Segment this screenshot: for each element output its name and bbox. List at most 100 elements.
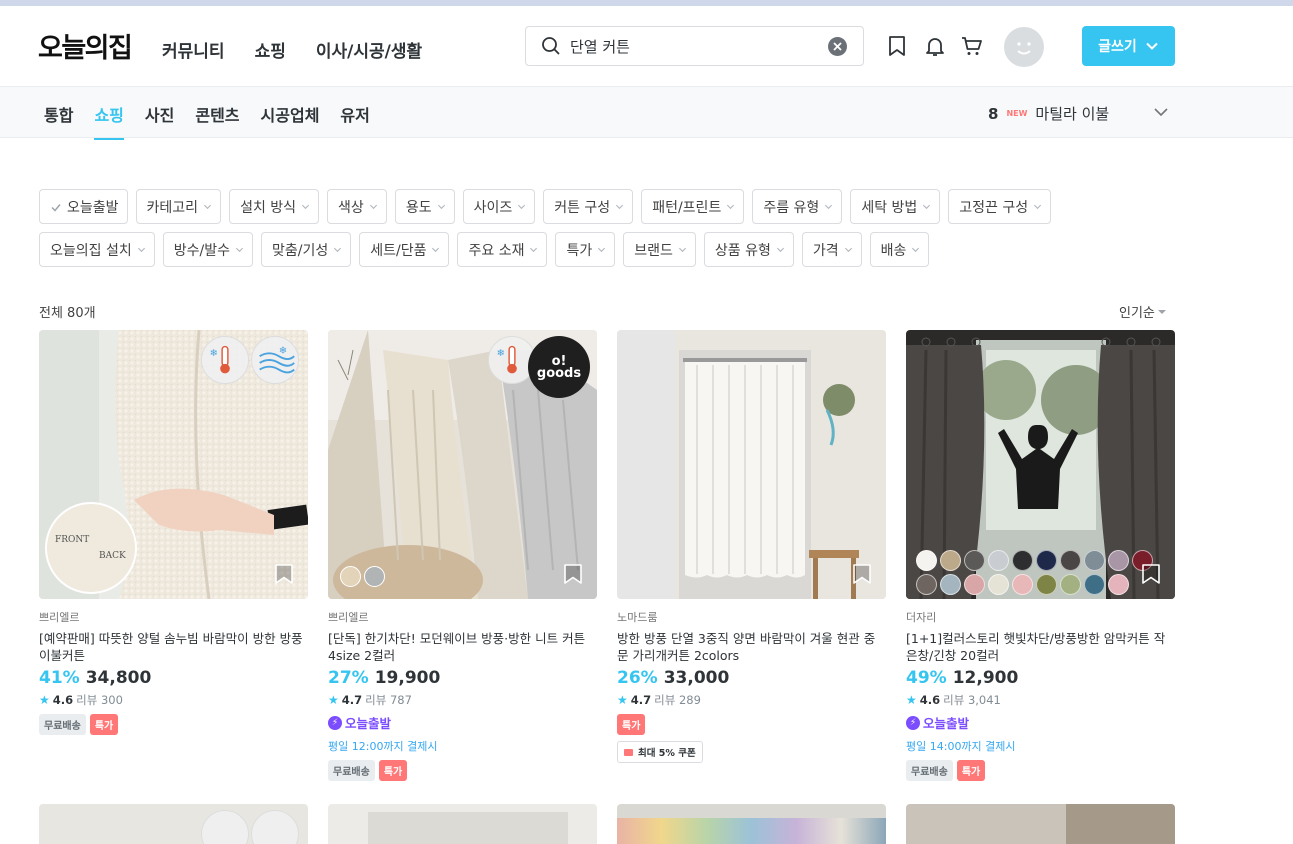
- color-swatch[interactable]: [964, 550, 985, 571]
- color-swatch[interactable]: [1036, 550, 1057, 571]
- tab-photos[interactable]: 사진: [145, 102, 174, 140]
- color-swatch[interactable]: [1108, 550, 1129, 571]
- bookmark-icon[interactable]: [1141, 563, 1161, 585]
- review-count: 리뷰 289: [654, 693, 701, 707]
- product-image[interactable]: [906, 804, 1175, 844]
- product-card[interactable]: 노마드룸 방한 방풍 단열 3중직 양면 바람막이 겨울 현관 중문 가리개커튼…: [617, 330, 886, 781]
- tab-contents[interactable]: 콘텐츠: [195, 102, 239, 140]
- color-swatch[interactable]: [1060, 574, 1081, 595]
- color-swatch[interactable]: [940, 574, 961, 595]
- product-name[interactable]: 방한 방풍 단열 3중직 양면 바람막이 겨울 현관 중문 가리개커튼 2col…: [617, 630, 886, 664]
- filter-chip[interactable]: 주요 소재: [457, 232, 548, 267]
- product-image[interactable]: [328, 804, 597, 844]
- chevron-down-icon: [1146, 42, 1158, 50]
- filter-chip[interactable]: 색상: [327, 189, 387, 224]
- filter-chip[interactable]: 세트/단품: [359, 232, 450, 267]
- product-name[interactable]: [예약판매] 따뜻한 양털 솜누빔 바람막이 방한 방풍 이불커튼: [39, 630, 308, 664]
- discount-rate: 41%: [39, 668, 80, 688]
- filter-chip[interactable]: 맞춤/기성: [260, 232, 352, 267]
- filter-chip[interactable]: 설치 방식: [229, 189, 320, 224]
- product-card[interactable]: 더자리 [1+1]컬러스토리 햇빛차단/방풍방한 암막커튼 작은창/긴창 20컬…: [906, 330, 1175, 781]
- product-card[interactable]: FRONT BACK ❄ ❄ 쁘리엘르 [예약판매] 따뜻한 양털 솜누빔 바람…: [39, 330, 308, 781]
- filter-chip[interactable]: 배송: [869, 232, 930, 267]
- color-swatch[interactable]: [916, 550, 937, 571]
- bookmark-icon[interactable]: [563, 563, 583, 585]
- search-input[interactable]: [570, 34, 820, 58]
- filter-chip-label: 패턴/프린트: [652, 199, 722, 216]
- product-image[interactable]: [617, 804, 886, 844]
- filter-chip[interactable]: 오늘의집 설치: [39, 232, 155, 267]
- result-count: 전체 80개: [39, 306, 96, 321]
- color-swatch[interactable]: [916, 574, 937, 595]
- chevron-down-icon[interactable]: [1152, 103, 1170, 121]
- product-image[interactable]: ❄ o! goods: [328, 330, 597, 599]
- filter-chip[interactable]: 커튼 구성: [543, 189, 634, 224]
- chevron-down-icon: [530, 247, 538, 253]
- avatar[interactable]: [1004, 27, 1044, 67]
- main-nav: 커뮤니티 쇼핑 이사/시공/생활: [162, 37, 422, 62]
- chevron-down-icon: [912, 247, 920, 253]
- color-swatch[interactable]: [1084, 550, 1105, 571]
- product-image[interactable]: [617, 330, 886, 599]
- product-image[interactable]: [39, 804, 308, 844]
- chevron-down-icon: [727, 204, 735, 210]
- filter-chip[interactable]: 특가: [555, 232, 616, 267]
- tab-users[interactable]: 유저: [340, 102, 369, 140]
- product-image[interactable]: [906, 330, 1175, 599]
- swatch-gray[interactable]: [364, 566, 385, 587]
- color-swatch[interactable]: [1012, 574, 1033, 595]
- filter-chip[interactable]: 가격: [801, 232, 862, 267]
- bell-icon[interactable]: [923, 34, 947, 58]
- filter-chip[interactable]: 세탁 방법: [850, 189, 941, 224]
- swatch-beige[interactable]: [340, 566, 361, 587]
- product-card[interactable]: ❄ o! goods 쁘리엘르 [단독] 한기차단! 모던웨이브 방풍·방한 니…: [328, 330, 597, 781]
- color-swatch[interactable]: [964, 574, 985, 595]
- filter-chip[interactable]: 사이즈: [462, 189, 536, 224]
- nav-moving[interactable]: 이사/시공/생활: [316, 37, 422, 62]
- trending-keyword[interactable]: 8 NEW 마틸라 이불: [988, 103, 1168, 124]
- color-swatch[interactable]: [1060, 550, 1081, 571]
- product-brand: 노마드룸: [617, 611, 658, 624]
- tab-contractors[interactable]: 시공업체: [261, 102, 320, 140]
- bookmark-icon[interactable]: [885, 34, 909, 58]
- nav-shopping[interactable]: 쇼핑: [255, 37, 286, 62]
- filter-chip-label: 오늘출발: [67, 199, 119, 216]
- tab-shopping[interactable]: 쇼핑: [94, 102, 124, 140]
- filter-chip[interactable]: 주름 유형: [752, 189, 843, 224]
- filter-chip[interactable]: 고정끈 구성: [948, 189, 1052, 224]
- shipping-deadline: 평일 12:00까지 결제시: [328, 740, 438, 753]
- sort-dropdown[interactable]: 인기순: [1119, 302, 1166, 321]
- filter-chip[interactable]: 브랜드: [623, 232, 696, 267]
- filter-chip[interactable]: 방수/발수: [162, 232, 253, 267]
- color-swatch[interactable]: [988, 550, 1009, 571]
- product-tags: 특가: [617, 714, 886, 735]
- tab-all[interactable]: 통합: [44, 102, 73, 140]
- write-button[interactable]: 글쓰기: [1082, 26, 1175, 66]
- product-name[interactable]: [단독] 한기차단! 모던웨이브 방풍·방한 니트 커튼 4size 2컬러: [328, 630, 597, 664]
- nav-community[interactable]: 커뮤니티: [162, 37, 225, 62]
- check-icon: [51, 203, 61, 212]
- filter-chip[interactable]: 카테고리: [135, 189, 222, 224]
- product-name[interactable]: [1+1]컬러스토리 햇빛차단/방풍방한 암막커튼 작은창/긴창 20컬러: [906, 630, 1175, 664]
- filter-chip[interactable]: 오늘출발: [39, 189, 128, 224]
- product-image[interactable]: FRONT BACK ❄ ❄: [39, 330, 308, 599]
- color-swatch[interactable]: [1084, 574, 1105, 595]
- color-swatch[interactable]: [1108, 574, 1129, 595]
- color-swatch[interactable]: [940, 550, 961, 571]
- clear-search-icon[interactable]: [828, 37, 847, 56]
- filter-chip-label: 세트/단품: [370, 242, 427, 259]
- star-icon: ★: [906, 693, 917, 707]
- cart-icon[interactable]: [960, 34, 984, 58]
- filter-chip[interactable]: 용도: [394, 189, 455, 224]
- filter-chip-label: 사이즈: [473, 199, 513, 216]
- chevron-down-icon: [923, 204, 931, 210]
- color-swatch[interactable]: [988, 574, 1009, 595]
- filter-chip[interactable]: 상품 유형: [703, 232, 794, 267]
- color-swatch[interactable]: [1036, 574, 1057, 595]
- filter-chip-label: 배송: [880, 242, 907, 259]
- site-logo[interactable]: 오늘의집: [38, 26, 133, 65]
- filter-chip[interactable]: 패턴/프린트: [641, 189, 745, 224]
- bookmark-icon[interactable]: [274, 563, 294, 585]
- color-swatch[interactable]: [1012, 550, 1033, 571]
- bookmark-icon[interactable]: [852, 563, 872, 585]
